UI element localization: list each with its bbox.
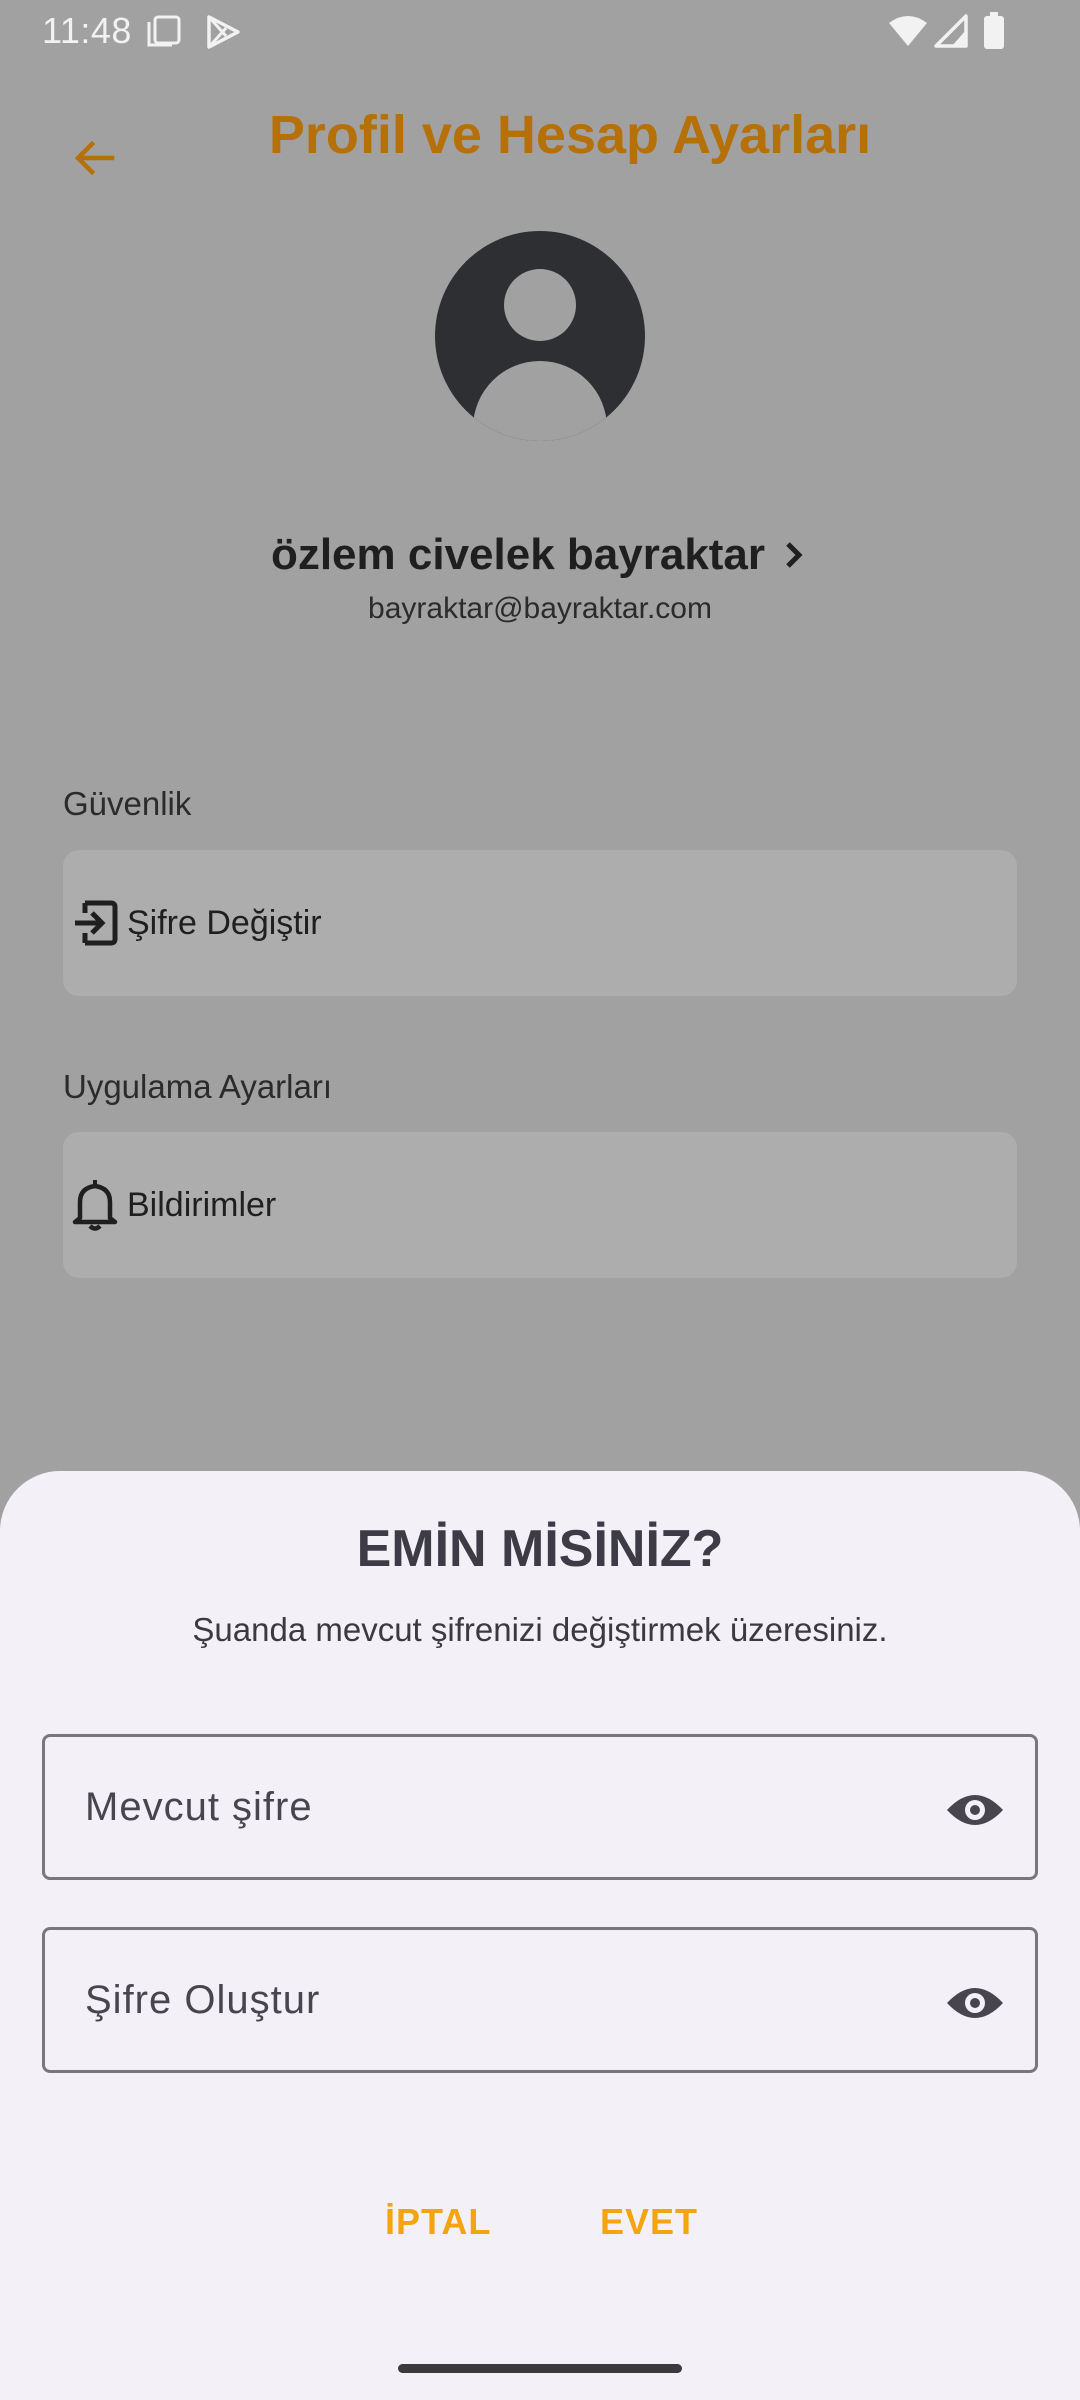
current-password-input[interactable] [85, 1784, 885, 1830]
dialog-title: EMİN MİSİNİZ? [356, 1520, 724, 1578]
avatar-body-shape [473, 361, 607, 441]
change-password-label: Şifre Değiştir [127, 903, 322, 942]
home-indicator[interactable] [398, 2364, 682, 2373]
change-password-item[interactable]: Şifre Değiştir [63, 850, 1017, 996]
profile-name-row[interactable]: özlem civelek bayraktar [0, 530, 1080, 580]
notifications-label: Bildirimler [127, 1185, 277, 1224]
current-password-field[interactable] [42, 1734, 1038, 1880]
chevron-right-icon [786, 542, 803, 568]
confirm-button[interactable]: EVET [600, 2201, 698, 2243]
section-label-security: Güvenlik [63, 785, 192, 822]
new-password-field[interactable] [42, 1927, 1038, 2073]
wifi-icon [889, 16, 927, 46]
eye-icon[interactable] [945, 1780, 1005, 1840]
notifications-item[interactable]: Bildirimler [63, 1132, 1017, 1278]
eye-icon[interactable] [945, 1973, 1005, 2033]
bell-icon [67, 1177, 123, 1233]
signal-icon [934, 14, 968, 48]
battery-icon [984, 12, 1004, 49]
login-icon [67, 895, 123, 951]
dialog-subtitle: Şuanda mevcut şifrenizi değiştirmek üzer… [192, 1611, 888, 1648]
profile-email: bayraktar@bayraktar.com [368, 592, 712, 625]
page-title: Profil ve Hesap Ayarları [268, 105, 872, 165]
avatar-head-shape [504, 269, 576, 341]
change-password-sheet: EMİN MİSİNİZ? Şuanda mevcut şifrenizi de… [0, 1471, 1080, 2400]
profile-avatar[interactable] [435, 231, 645, 441]
play-store-icon [207, 15, 240, 49]
status-time: 11:48 [42, 10, 132, 51]
screenshot-icon [147, 15, 181, 47]
profile-name: özlem civelek bayraktar [270, 530, 766, 579]
section-label-app-settings: Uygulama Ayarları [63, 1068, 333, 1105]
status-bar: 11:48 [0, 0, 1080, 62]
cancel-button[interactable]: İPTAL [385, 2201, 491, 2243]
new-password-input[interactable] [85, 1977, 885, 2023]
